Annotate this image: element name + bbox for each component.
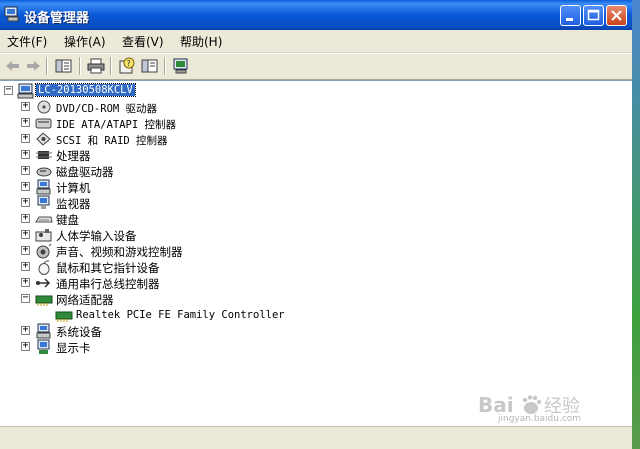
tree-item-label: 磁盘驱动器 — [56, 165, 114, 179]
tree-item-label: Realtek PCIe FE Family Controller — [76, 309, 285, 321]
network-card-icon — [55, 311, 73, 322]
tree-item-label: 处理器 — [56, 149, 91, 163]
toolbar-separator — [46, 57, 48, 75]
expand-toggle[interactable]: + — [21, 228, 30, 239]
close-icon — [611, 10, 622, 21]
menu-view[interactable]: 查看(V) — [122, 33, 164, 50]
tree-item-label: 键盘 — [56, 213, 79, 227]
close-button[interactable] — [606, 5, 627, 26]
collapse-toggle[interactable]: − — [4, 84, 13, 95]
maximize-button[interactable] — [583, 5, 604, 26]
scsi-controller-icon — [36, 132, 51, 146]
menu-file[interactable]: 文件(F) — [7, 33, 47, 50]
scan-hardware-icon[interactable] — [171, 57, 191, 75]
usb-icon — [36, 278, 51, 288]
device-manager-window: 设备管理器 文件(F) 操作(A) 查看(V) 帮助(H) ? − LC-201… — [0, 0, 632, 449]
network-adapter-icon — [35, 295, 53, 306]
expand-toggle[interactable]: + — [21, 244, 30, 255]
svg-text:?: ? — [127, 59, 131, 68]
status-bar — [0, 426, 632, 449]
minimize-button[interactable] — [560, 5, 581, 26]
expand-toggle[interactable]: + — [21, 148, 30, 159]
tree-item-label: 计算机 — [56, 181, 91, 195]
expand-toggle[interactable]: + — [21, 132, 30, 143]
system-device-icon — [36, 323, 51, 339]
menu-bar: 文件(F) 操作(A) 查看(V) 帮助(H) — [0, 30, 632, 53]
back-arrow-icon[interactable] — [3, 57, 23, 75]
computer-icon — [36, 179, 51, 195]
expand-toggle[interactable]: + — [21, 164, 30, 175]
printer-icon[interactable] — [86, 57, 106, 75]
computer-name[interactable]: LC-20130508KCLV — [35, 83, 136, 97]
tree-item-label: SCSI 和 RAID 控制器 — [56, 135, 168, 147]
tree-item-label: 系统设备 — [56, 325, 102, 339]
forward-arrow-icon[interactable] — [23, 57, 43, 75]
tree-item-label: DVD/CD-ROM 驱动器 — [56, 103, 158, 115]
desktop-background — [632, 0, 640, 449]
device-tree[interactable]: − LC-20130508KCLV + DVD/CD-ROM 驱动器 + IDE AT… — [0, 80, 632, 427]
monitor-icon — [37, 195, 50, 209]
sound-icon — [36, 243, 52, 259]
hid-icon — [35, 229, 52, 242]
minimize-icon — [566, 18, 573, 21]
expand-toggle[interactable]: + — [21, 180, 30, 191]
computer-icon — [17, 83, 34, 99]
collapse-toggle[interactable]: − — [21, 292, 30, 303]
mouse-icon — [38, 260, 50, 275]
toolbar-separator — [79, 57, 81, 75]
toolbar-separator — [110, 57, 112, 75]
tree-item-label: 通用串行总线控制器 — [56, 277, 160, 291]
ide-controller-icon — [35, 118, 52, 129]
keyboard-icon — [35, 216, 53, 223]
maximize-icon — [587, 9, 600, 21]
expand-toggle[interactable]: + — [21, 212, 30, 223]
tree-item-label: IDE ATA/ATAPI 控制器 — [56, 119, 177, 131]
tree-item-label: 声音、视频和游戏控制器 — [56, 245, 183, 259]
tree-item-label: 人体学输入设备 — [56, 229, 137, 243]
properties-help-icon[interactable]: ? — [117, 57, 137, 75]
expand-toggle[interactable]: + — [21, 260, 30, 271]
title-bar[interactable]: 设备管理器 — [0, 0, 632, 30]
disk-drive-icon — [36, 167, 52, 177]
expand-toggle[interactable]: + — [21, 276, 30, 287]
toolbar-separator — [164, 57, 166, 75]
watermark-url: jingyan.baidu.com — [498, 414, 582, 424]
toolbar: ? — [0, 53, 632, 80]
show-hide-tree-icon[interactable] — [54, 57, 74, 75]
tree-item-label: 网络适配器 — [56, 293, 114, 307]
window-title: 设备管理器 — [24, 11, 90, 26]
processor-icon — [36, 151, 52, 159]
tree-item-label: 鼠标和其它指针设备 — [56, 261, 160, 275]
expand-toggle[interactable]: + — [21, 340, 30, 351]
menu-action[interactable]: 操作(A) — [64, 33, 106, 50]
display-adapter-icon — [37, 339, 50, 354]
tree-item-label: 监视器 — [56, 197, 91, 211]
expand-toggle[interactable]: + — [21, 324, 30, 335]
menu-help[interactable]: 帮助(H) — [180, 33, 222, 50]
expand-toggle[interactable]: + — [21, 196, 30, 207]
tree-item-label: 显示卡 — [56, 341, 91, 355]
dvd-drive-icon — [37, 100, 51, 114]
device-manager-icon — [4, 6, 19, 22]
expand-toggle[interactable]: + — [21, 116, 30, 127]
expand-toggle[interactable]: + — [21, 100, 30, 111]
panel-icon[interactable] — [140, 57, 160, 75]
